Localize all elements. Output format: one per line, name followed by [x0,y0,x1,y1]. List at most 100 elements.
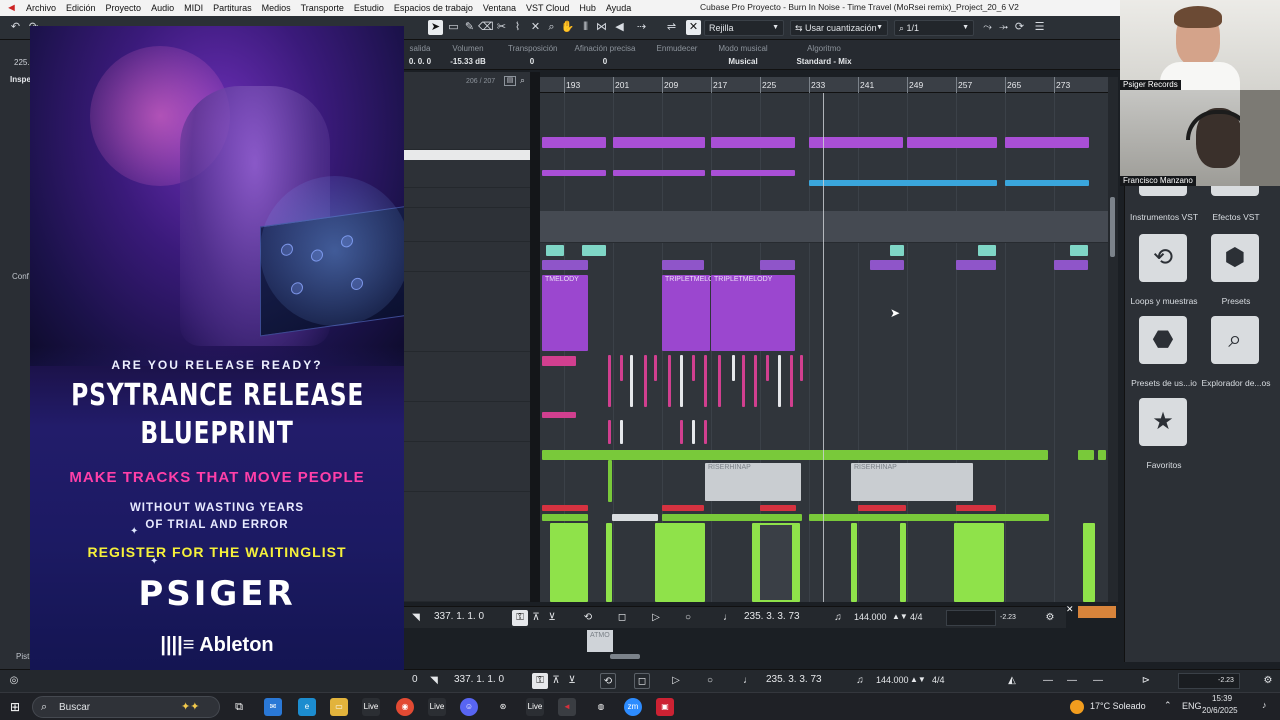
audio-clip[interactable] [662,514,802,521]
secondary-time-display[interactable]: 235. 3. 3. 73 [744,611,800,622]
tempo-stepper-icon[interactable]: ▲▼ [892,612,908,621]
hit-clip[interactable] [778,355,781,407]
lock-icon[interactable]: ⚿ [532,673,548,689]
signature-display[interactable]: 4/4 [932,675,945,685]
audio-clip[interactable] [858,505,906,511]
quantize-value-select[interactable]: ⌕ 1/1 ▼ [894,20,974,36]
audio-clip[interactable] [809,180,997,186]
midi-clip[interactable] [542,260,588,270]
zoom-in-icon[interactable]: — [1090,673,1106,689]
track-row[interactable] [404,492,530,602]
undo-icon[interactable]: ↶ [8,20,23,35]
track-list-divider[interactable] [530,72,540,602]
waveform-clip[interactable] [851,523,857,602]
hit-clip[interactable] [668,355,671,407]
menu-ventana[interactable]: Ventana [483,3,516,13]
grid-snap-icon[interactable]: ✕ [686,20,701,35]
snap-icon[interactable]: ⇌ [664,20,679,35]
midi-clip[interactable] [711,137,795,148]
settings-icon[interactable]: ⚙ [1260,673,1276,689]
waveform-clip[interactable] [606,523,612,602]
position-display[interactable]: 337. 1. 1. 0 [454,674,504,685]
hit-clip[interactable] [542,356,576,366]
menu-midi[interactable]: MIDI [184,3,203,13]
vst-instruments-tile[interactable] [1139,186,1187,196]
track-search-icon[interactable]: ⌕ [520,75,525,86]
cycle-icon[interactable]: ⟲ [600,673,616,689]
midi-clip[interactable] [1054,260,1088,270]
hit-clip[interactable] [542,412,576,418]
mute-tool-icon[interactable]: ✕ [528,20,543,35]
waveform-clip[interactable] [550,523,588,602]
infoline-finetune[interactable]: Afinación precisa 0 [572,44,638,66]
record-button[interactable]: ○ [702,673,718,689]
atmo-clip[interactable]: ATMO [587,630,613,652]
waveform-clip[interactable] [954,523,1004,602]
obs-icon[interactable]: ◍ [592,698,610,716]
timewarp-tool-icon[interactable]: ⋈ [594,20,609,35]
audio-clip[interactable] [662,505,704,511]
track-list-view-icon[interactable]: ▤ [504,76,516,86]
midi-clip[interactable] [542,170,606,176]
audio-clip[interactable] [760,505,796,511]
audio-clip[interactable] [542,514,588,521]
midi-clip[interactable] [613,170,705,176]
track-row[interactable] [404,272,530,352]
menu-hub[interactable]: Hub [579,3,596,13]
waveform-clip[interactable] [1083,523,1095,602]
play-button[interactable]: ▷ [668,673,684,689]
playhead-cursor[interactable] [823,93,824,602]
promo-overlay[interactable]: ✦ ✦ ARE YOU RELEASE READY? PSYTRANCE REL… [30,26,404,670]
menu-proyecto[interactable]: Proyecto [106,3,142,13]
audio-clip[interactable] [809,514,1049,521]
midi-clip[interactable] [956,260,996,270]
hit-clip[interactable] [692,420,695,444]
waveform-clip[interactable] [752,523,800,602]
signature-display[interactable]: 4/4 [910,612,923,622]
range-tool-icon[interactable]: ▭ [446,20,461,35]
menu-ayuda[interactable]: Ayuda [606,3,631,13]
audio-clip[interactable] [1005,180,1089,186]
hit-clip[interactable] [608,355,611,407]
hand-tool-icon[interactable]: ✋ [560,20,575,35]
split-tool-icon[interactable]: ✂ [494,20,509,35]
hit-clip[interactable] [704,420,707,444]
grid-type-select[interactable]: Rejilla ▼ [704,20,784,36]
quantize-mode-select[interactable]: ⇆ Usar cuantización ▼ [790,20,888,36]
arrangement-area[interactable]: TMELODY TRIPLETMELO TRIPLETMELODY RISERH… [540,93,1108,602]
hit-clip[interactable] [620,355,623,381]
activity-icon[interactable]: ◎ [6,673,22,689]
tempo-icon[interactable]: ♫ [852,673,868,689]
metronome-icon[interactable]: ♩ [740,673,756,689]
audio-clip[interactable] [546,245,564,256]
file-explorer-icon[interactable]: ▭ [330,698,348,716]
star-icon[interactable]: ★ [1139,398,1187,446]
secondary-time-display[interactable]: 235. 3. 3. 73 [766,674,822,685]
user-presets-icon[interactable]: ⬣ [1139,316,1187,364]
speaker-tool-icon[interactable]: ◀ [612,20,627,35]
midi-clip[interactable] [1005,137,1089,148]
zoom-app-icon[interactable]: zm [624,698,642,716]
menu-espacios[interactable]: Espacios de trabajo [394,3,473,13]
timeline-ruler[interactable]: 193 201 209 217 225 233 241 249 257 265 … [540,77,1108,93]
marker-up-icon[interactable]: ⊻ [564,673,580,689]
midi-clip[interactable] [542,137,606,148]
hit-clip[interactable] [718,355,721,407]
audio-clip[interactable] [608,460,612,502]
tray-chevron-icon[interactable]: ⌃ [1164,700,1172,711]
cycle-icon[interactable]: ⟲ [580,610,596,626]
midi-clip[interactable] [870,260,904,270]
tempo-stepper-icon[interactable]: ▲▼ [910,675,926,684]
quantize-apply-icon[interactable]: ⤳ [980,20,995,35]
riser-clip[interactable]: RISERHINAP [851,463,973,501]
audio-clip[interactable] [542,450,1048,460]
melody-clip[interactable]: TMELODY [542,275,588,351]
hit-clip[interactable] [692,355,695,381]
hit-clip[interactable] [608,420,611,444]
marker-track-icon[interactable]: ◭ [1004,673,1020,689]
track-row[interactable] [404,160,530,188]
promo-cta[interactable]: REGISTER FOR THE WAITINGLIST [30,544,404,560]
hit-clip[interactable] [742,355,745,407]
weather-text[interactable]: 17°C Soleado [1090,701,1146,711]
infoline-musical-mode[interactable]: Modo musical Musical [716,44,770,66]
